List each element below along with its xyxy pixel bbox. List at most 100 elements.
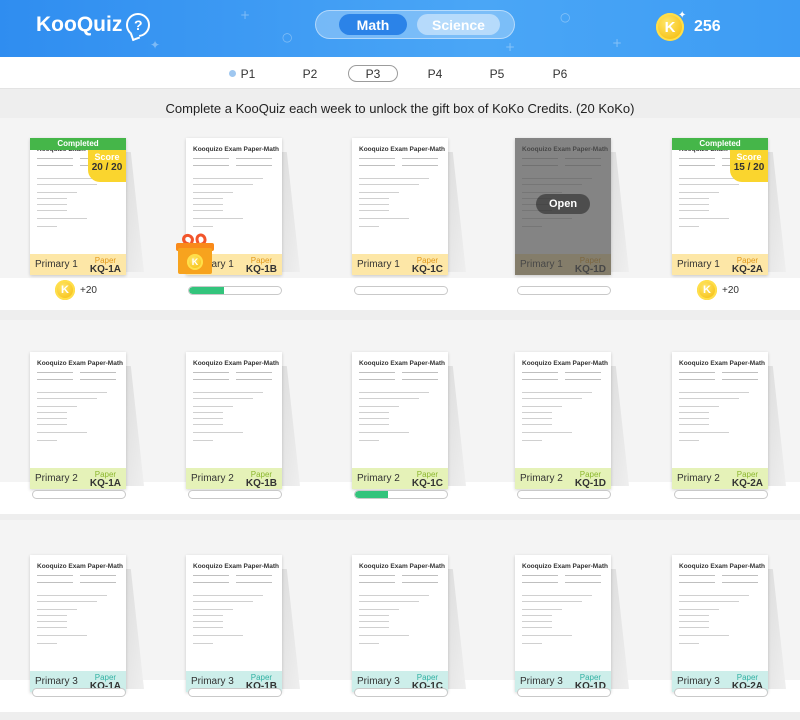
tab-level-p1[interactable]: P1 — [238, 65, 258, 82]
question-text — [37, 621, 67, 622]
paper-card[interactable]: Kooquizo Exam Paper-Math Primary 2 Paper KQ… — [186, 352, 300, 489]
question-text — [679, 440, 699, 441]
paper-id: Paper KQ-1B — [246, 470, 277, 489]
form-line — [722, 575, 758, 576]
form-line — [236, 372, 272, 373]
question-text — [359, 192, 399, 193]
paper-thumbnail[interactable]: Kooquizo Exam Paper-Math Primary 3 Paper KQ… — [672, 555, 768, 692]
tab-level-p5[interactable]: P5 — [486, 65, 508, 82]
paper-id: Paper KQ-1B — [246, 256, 277, 275]
paper-thumbnail[interactable]: Kooquizo Exam Paper-Math Primary 2 Paper KQ… — [672, 352, 768, 489]
question-text — [359, 178, 429, 179]
paper-card[interactable]: Kooquizo Exam Paper-Math Primary 2 Paper KQ… — [352, 352, 466, 489]
paper-card[interactable]: Kooquizo Exam Paper-Math Primary 3 Paper KQ… — [352, 555, 466, 692]
question-text — [679, 226, 699, 227]
question-text — [37, 204, 67, 205]
question-text — [359, 440, 379, 441]
question-text — [193, 184, 253, 185]
tab-level-p6[interactable]: P6 — [549, 65, 571, 82]
completed-banner: Completed — [30, 138, 126, 150]
paper-card[interactable]: Kooquizo Exam Paper-Math Primary 2 Paper KQ… — [672, 352, 786, 489]
progress-bar — [188, 286, 282, 295]
question-text — [679, 615, 709, 616]
tab-level-p2[interactable]: P2 — [299, 65, 321, 82]
primary-label: Primary 3 — [357, 676, 400, 687]
question-text — [679, 609, 719, 610]
form-line — [236, 582, 272, 583]
question-text — [679, 198, 709, 199]
question-text — [679, 601, 739, 602]
form-line — [679, 379, 715, 380]
progress-bar — [188, 490, 282, 499]
form-line — [37, 582, 73, 583]
question-text — [679, 424, 709, 425]
gift-box-icon[interactable]: K — [176, 231, 214, 274]
form-line — [37, 165, 73, 166]
form-line — [236, 575, 272, 576]
paper-thumbnail[interactable]: Kooquizo Exam Paper-Math Primary 3 Paper KQ… — [186, 555, 282, 692]
paper-card[interactable]: Kooquizo Exam Paper-Math Primary 3 Paper KQ… — [672, 555, 786, 692]
paper-card[interactable]: Kooquizo Exam Paper-MathPrimary 1PaperKQ… — [672, 138, 786, 275]
tab-level-p3[interactable]: P3 — [348, 65, 398, 82]
paper-card[interactable]: Kooquizo Exam Paper-MathPrimary 1PaperKQ… — [30, 138, 144, 275]
tab-math[interactable]: Math — [339, 14, 407, 35]
tab-level-p4[interactable]: P4 — [424, 65, 446, 82]
koko-balance[interactable]: K 256 — [656, 13, 721, 41]
question-text — [522, 621, 552, 622]
paper-id: Paper KQ-2A — [732, 470, 763, 489]
question-text — [679, 635, 729, 636]
form-line — [80, 372, 116, 373]
paper-card[interactable]: Kooquizo Exam Paper-MathPrimary 1PaperKQ… — [515, 138, 629, 275]
question-text — [193, 432, 243, 433]
paper-thumbnail[interactable]: Kooquizo Exam Paper-Math Primary 3 Paper KQ… — [352, 555, 448, 692]
question-text — [679, 204, 709, 205]
question-text — [37, 440, 57, 441]
paper-title: Kooquizo Exam Paper-Math — [193, 146, 279, 153]
paper-title: Kooquizo Exam Paper-Math — [359, 563, 445, 570]
paper-card[interactable]: Kooquizo Exam Paper-Math Primary 3 Paper KQ… — [515, 555, 629, 692]
paper-thumbnail[interactable]: Kooquizo Exam Paper-MathPrimary 1PaperKQ… — [30, 138, 126, 275]
paper-thumbnail[interactable]: Kooquizo Exam Paper-Math Primary 2 Paper KQ… — [186, 352, 282, 489]
form-line — [522, 582, 558, 583]
paper-id: Paper KQ-1C — [412, 470, 443, 489]
open-button[interactable]: Open — [536, 194, 590, 214]
paper-thumbnail[interactable]: Kooquizo Exam Paper-MathPrimary 1PaperKQ… — [672, 138, 768, 275]
paper-card[interactable]: Kooquizo Exam Paper-MathPrimary 1PaperKQ… — [352, 138, 466, 275]
progress-bar — [674, 688, 768, 697]
paper-thumbnail[interactable]: Kooquizo Exam Paper-Math Primary 2 Paper KQ… — [30, 352, 126, 489]
question-text — [679, 412, 709, 413]
question-text — [37, 392, 107, 393]
primary-label: Primary 2 — [357, 473, 400, 484]
question-text — [359, 621, 389, 622]
question-text — [679, 210, 709, 211]
paper-card[interactable]: Kooquizo Exam Paper-Math Primary 2 Paper KQ… — [515, 352, 629, 489]
primary-label: Primary 1 — [35, 259, 78, 270]
primary-label: Primary 1 — [677, 259, 720, 270]
question-bubble-icon: ? — [126, 13, 151, 37]
paper-thumbnail[interactable]: Kooquizo Exam Paper-Math Primary 3 Paper KQ… — [515, 555, 611, 692]
paper-thumbnail[interactable]: Kooquizo Exam Paper-Math Primary 2 Paper KQ… — [352, 352, 448, 489]
form-line — [522, 575, 558, 576]
question-text — [522, 398, 582, 399]
card-footer: Primary 1 Paper KQ-2A — [672, 254, 768, 275]
card-footer: Primary 2 Paper KQ-1D — [515, 468, 611, 489]
tab-science[interactable]: Science — [417, 14, 500, 35]
question-text — [193, 226, 213, 227]
paper-thumbnail[interactable]: Kooquizo Exam Paper-Math Primary 2 Paper KQ… — [515, 352, 611, 489]
primary-label: Primary 2 — [191, 473, 234, 484]
progress-bar — [517, 490, 611, 499]
paper-thumbnail[interactable]: Kooquizo Exam Paper-Math Primary 3 Paper KQ… — [30, 555, 126, 692]
form-line — [402, 372, 438, 373]
score-badge: Score 15 / 20 — [730, 150, 768, 182]
paper-card[interactable]: Kooquizo Exam Paper-Math Primary 3 Paper KQ… — [186, 555, 300, 692]
card-footer: Primary 2 Paper KQ-1A — [30, 468, 126, 489]
paper-card[interactable]: Kooquizo Exam Paper-Math Primary 2 Paper KQ… — [30, 352, 144, 489]
paper-card[interactable]: Kooquizo Exam Paper-Math Primary 3 Paper KQ… — [30, 555, 144, 692]
paper-thumbnail[interactable]: Kooquizo Exam Paper-MathPrimary 1PaperKQ… — [352, 138, 448, 275]
kooquiz-logo[interactable]: KooQuiz ? — [36, 13, 151, 37]
paper-thumbnail[interactable]: Kooquizo Exam Paper-MathPrimary 1PaperKQ… — [515, 138, 611, 275]
form-line — [236, 379, 272, 380]
form-line — [359, 158, 395, 159]
question-text — [679, 406, 719, 407]
question-text — [359, 424, 389, 425]
